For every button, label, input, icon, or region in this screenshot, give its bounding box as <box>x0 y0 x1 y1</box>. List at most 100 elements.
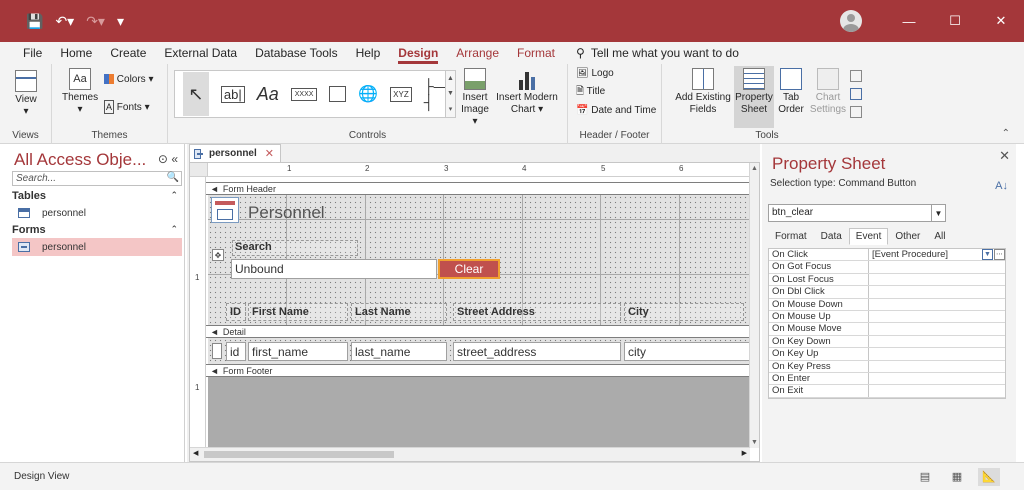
logo-button[interactable]: 🖼 Logo <box>576 68 656 80</box>
maximize-button[interactable]: ☐ <box>932 0 978 42</box>
add-existing-fields-button[interactable]: Add Existing Fields <box>672 68 734 116</box>
header-label-street-address[interactable]: Street Address <box>453 303 621 321</box>
nav-collapse-icon[interactable]: « <box>171 152 178 166</box>
gallery-scroll[interactable]: ▲ ▼ ▾ <box>445 71 455 117</box>
clear-button[interactable]: Clear <box>438 259 500 279</box>
tab-help[interactable]: Help <box>347 46 390 64</box>
property-row-on-click[interactable]: On Click [Event Procedure] ▼ ⋯ <box>769 249 1005 262</box>
form-design-surface[interactable]: 1 2 3 4 5 6 1 1 ◄ Form Header Personnel … <box>189 162 760 462</box>
user-avatar[interactable] <box>840 10 862 32</box>
hyperlink-control-icon[interactable]: 🌐 <box>358 84 378 104</box>
property-value[interactable] <box>869 361 1005 372</box>
select-pointer-icon[interactable]: ↖ <box>183 72 209 116</box>
field-id[interactable]: id <box>226 342 246 361</box>
scroll-down-icon[interactable]: ▼ <box>751 439 758 446</box>
label-control-icon[interactable]: Aa <box>257 84 279 105</box>
tab-create[interactable]: Create <box>101 46 155 64</box>
nav-category-tables[interactable]: Tables ⌃ <box>12 190 182 202</box>
nav-pane-title[interactable]: All Access Obje... <box>14 150 146 170</box>
layout-move-handle-icon[interactable]: ✥ <box>212 249 224 261</box>
form-title-label[interactable]: Personnel <box>248 203 325 223</box>
fonts-button[interactable]: A Fonts ▾ <box>104 100 164 114</box>
field-last-name[interactable]: last_name <box>351 342 447 361</box>
date-time-button[interactable]: 📅 Date and Time <box>576 105 660 117</box>
search-label[interactable]: Search <box>232 240 358 256</box>
property-value[interactable] <box>869 385 1005 396</box>
form-view-icon[interactable]: ▤ <box>914 468 936 486</box>
scroll-thumb[interactable] <box>204 451 394 458</box>
property-row[interactable]: On Mouse Down <box>769 298 1005 311</box>
property-value[interactable] <box>869 323 1005 334</box>
tab-design[interactable]: Design <box>389 46 447 64</box>
tab-order-button[interactable]: Tab Order <box>776 68 806 116</box>
header-label-city[interactable]: City <box>624 303 744 321</box>
tab-data-props[interactable]: Data <box>814 228 849 245</box>
chevron-down-icon[interactable]: ▼ <box>931 205 945 221</box>
header-label-last-name[interactable]: Last Name <box>351 303 447 321</box>
form-selector[interactable] <box>190 163 208 177</box>
close-window-button[interactable]: ✕ <box>978 0 1024 42</box>
form-header-section-bar[interactable]: ◄ Form Header <box>206 182 750 195</box>
nav-item-form-personnel[interactable]: personnel <box>12 238 182 256</box>
save-icon[interactable]: 💾 <box>26 13 43 30</box>
tell-me-box[interactable]: ⚲ Tell me what you want to do <box>570 46 745 64</box>
search-textbox[interactable]: Unbound <box>231 259 437 279</box>
tab-home[interactable]: Home <box>51 46 101 64</box>
header-label-first-name[interactable]: First Name <box>248 303 348 321</box>
tab-external-data[interactable]: External Data <box>155 46 246 64</box>
tab-control-icon[interactable] <box>329 86 347 102</box>
property-row[interactable]: On Dbl Click <box>769 286 1005 299</box>
tab-database-tools[interactable]: Database Tools <box>246 46 347 64</box>
insert-chart-button[interactable]: Insert Modern Chart ▾ <box>494 68 560 116</box>
colors-button[interactable]: Colors ▾ <box>104 74 164 86</box>
title-button[interactable]: 🗎 Title <box>576 86 656 98</box>
close-icon[interactable]: ✕ <box>999 148 1010 164</box>
tab-format[interactable]: Format <box>508 46 564 64</box>
doc-tab-personnel[interactable]: personnel ✕ <box>189 144 281 162</box>
property-row[interactable]: On Key Press <box>769 360 1005 373</box>
form-logo-icon[interactable] <box>211 197 239 223</box>
gallery-more-icon[interactable]: ▾ <box>449 105 453 113</box>
scroll-left-icon[interactable]: ◀ <box>193 449 198 457</box>
builder-ellipsis-icon[interactable]: ⋯ <box>994 249 1005 260</box>
property-value[interactable] <box>869 299 1005 310</box>
tab-all-props[interactable]: All <box>927 228 952 245</box>
form-footer-section-bar[interactable]: ◄ Form Footer <box>206 364 750 377</box>
property-row[interactable]: On Enter <box>769 372 1005 386</box>
field-city[interactable]: city <box>624 342 750 361</box>
gallery-up-icon[interactable]: ▲ <box>447 75 454 82</box>
chevron-down-icon[interactable]: ▼ <box>982 249 993 260</box>
collapse-chevron-icon[interactable]: ⌃ <box>170 190 178 201</box>
property-sheet-button[interactable]: Property Sheet <box>734 66 774 128</box>
control-selector-dropdown[interactable]: btn_clear ▼ <box>768 204 946 222</box>
property-row[interactable]: On Got Focus <box>769 261 1005 274</box>
sort-icon[interactable]: A↓ <box>995 180 1008 192</box>
view-button[interactable]: View ▾ <box>10 70 42 118</box>
button-control-icon[interactable]: XXXX <box>290 87 318 101</box>
property-value[interactable] <box>869 336 1005 347</box>
scroll-up-icon[interactable]: ▲ <box>751 165 758 172</box>
subform-icon[interactable] <box>850 106 862 118</box>
design-view-icon[interactable]: 📐 <box>978 467 1000 486</box>
property-row[interactable]: On Key Down <box>769 335 1005 349</box>
property-value[interactable]: [Event Procedure] ▼ ⋯ <box>869 249 1005 260</box>
minimize-button[interactable]: — <box>886 0 932 42</box>
detail-section-bar[interactable]: ◄ Detail <box>206 325 750 338</box>
property-row[interactable]: On Mouse Up <box>769 310 1005 324</box>
redo-icon[interactable]: ↷▾ <box>86 13 105 30</box>
controls-gallery[interactable]: ↖ ab| Aa XXXX 🌐 XYZ ├—┤ ▲ ▼ ▾ <box>174 70 456 118</box>
tab-event-props[interactable]: Event <box>848 228 889 245</box>
property-value[interactable] <box>869 311 1005 322</box>
header-label-id[interactable]: ID <box>226 303 246 321</box>
property-row[interactable]: On Key Up <box>769 348 1005 361</box>
layout-view-icon[interactable]: ▦ <box>946 468 968 486</box>
field-first-name[interactable]: first_name <box>248 342 348 361</box>
code-icon[interactable] <box>850 70 862 82</box>
nav-search-input[interactable]: Search... 🔍 <box>12 171 182 186</box>
property-value[interactable] <box>869 373 1005 384</box>
gallery-down-icon[interactable]: ▼ <box>447 90 454 97</box>
tab-format-props[interactable]: Format <box>768 228 814 245</box>
horizontal-scrollbar[interactable]: ◀ ▶ <box>190 447 750 461</box>
nav-category-forms[interactable]: Forms ⌃ <box>12 224 182 236</box>
tab-other-props[interactable]: Other <box>888 228 927 245</box>
